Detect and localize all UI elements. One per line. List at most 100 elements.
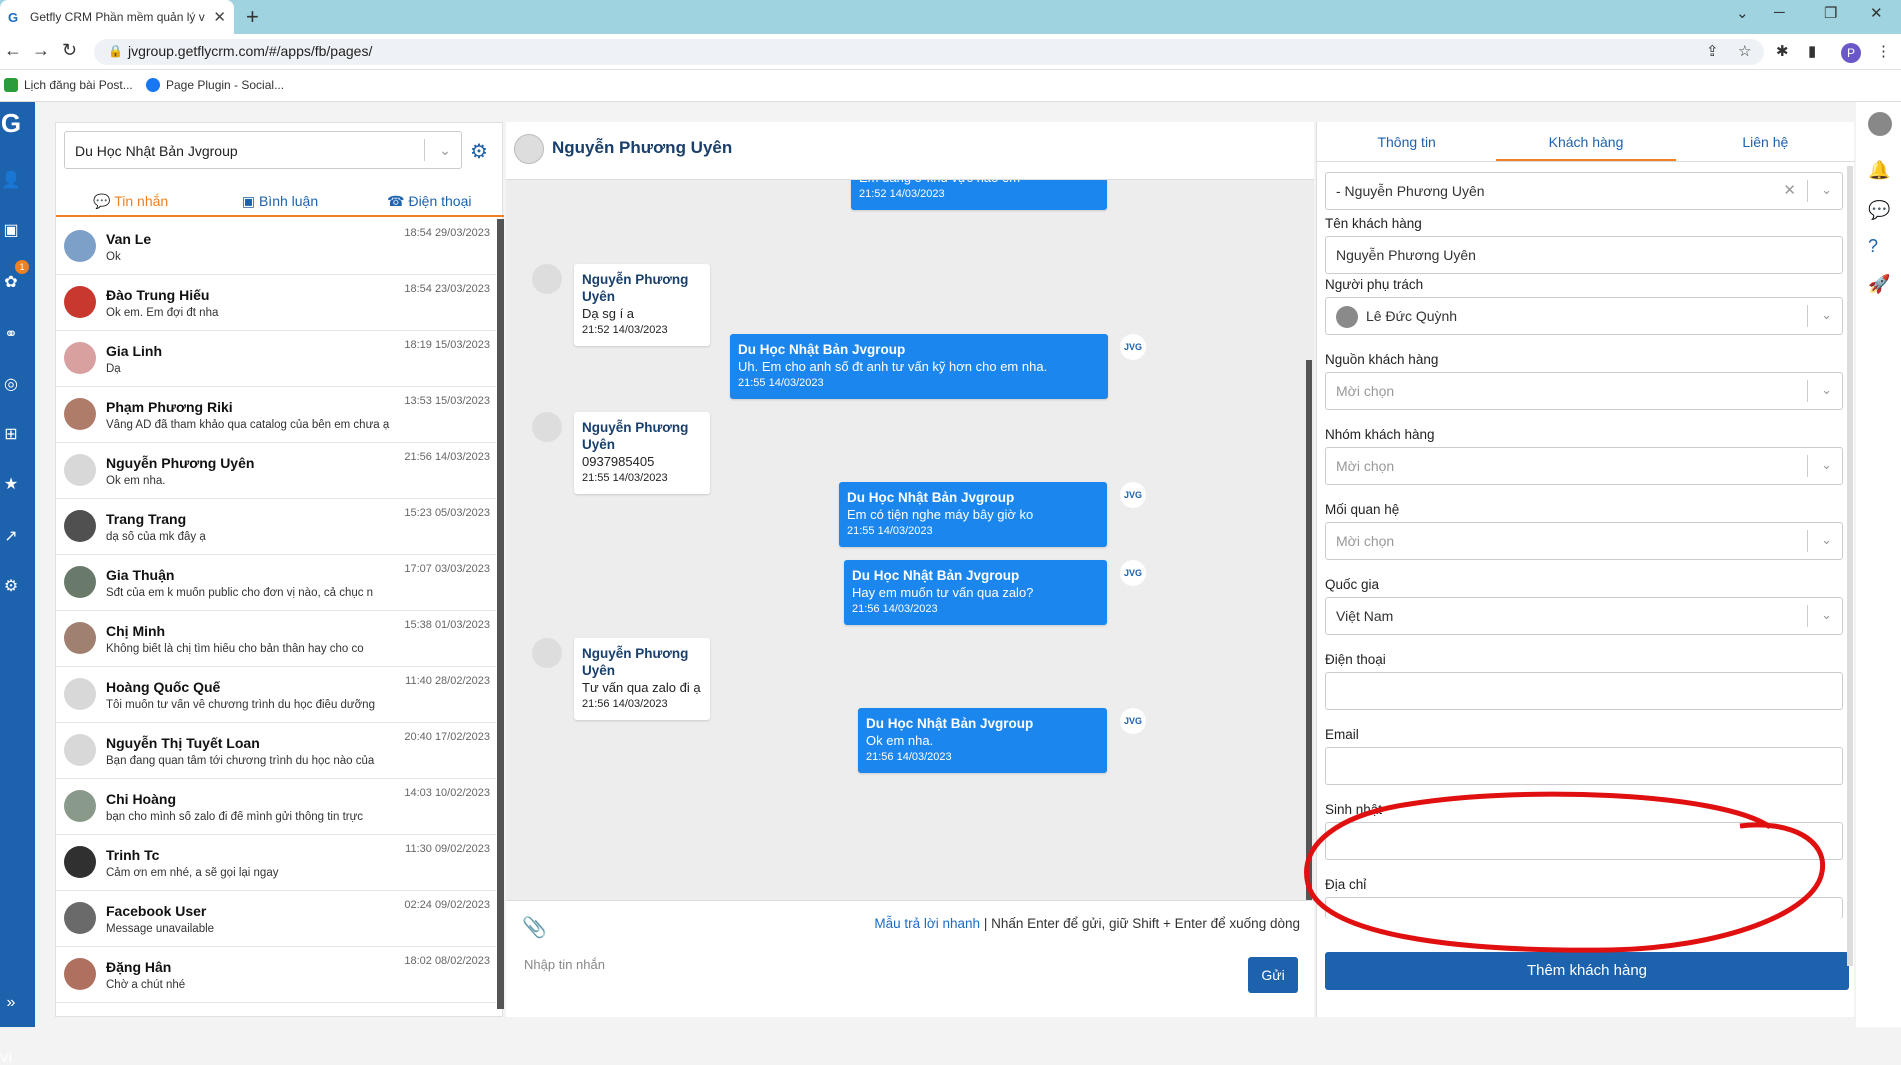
- expand-icon[interactable]: »: [0, 994, 22, 1012]
- help-icon[interactable]: ?: [1868, 236, 1878, 257]
- bell-icon[interactable]: 🔔: [1868, 160, 1890, 181]
- tab-comments[interactable]: ▣ Bình luận: [205, 187, 354, 215]
- star-icon[interactable]: ★: [0, 474, 22, 494]
- paperclip-icon[interactable]: 📎: [522, 915, 547, 940]
- chart-icon[interactable]: ↗: [0, 526, 22, 546]
- conversation-name: Nguyễn Phương Uyên: [106, 455, 255, 471]
- share-icon[interactable]: ⇪: [1706, 42, 1719, 60]
- gear-icon[interactable]: ⚙: [470, 139, 488, 164]
- email-field[interactable]: [1325, 747, 1843, 785]
- conversation-preview: Message unavailable: [106, 923, 215, 935]
- menu-icon[interactable]: ⋮: [1876, 42, 1891, 60]
- incoming-message: Nguyễn Phương Uyên 0937985405 21:55 14/03/…: [574, 412, 710, 494]
- bookmark-item[interactable]: Page Plugin - Social...: [146, 78, 284, 92]
- bookmark-item[interactable]: Lịch đăng bài Post...: [4, 78, 133, 92]
- customer-name-field[interactable]: Nguyễn Phương Uyên: [1325, 236, 1843, 274]
- tab-customer[interactable]: Khách hàng: [1496, 122, 1676, 161]
- conversation-item[interactable]: Trinh Tc Cảm ơn em nhé, a sẽ gọi lại nga…: [56, 835, 496, 891]
- conversation-item[interactable]: Gia Thuận Sđt của em k muốn public cho đ…: [56, 555, 496, 611]
- conversation-item[interactable]: Đặng Hân Chờ a chút nhé 18:02 08/02/2023: [56, 947, 496, 1003]
- conversation-name: Phạm Phương Riki: [106, 399, 233, 415]
- extensions-icon[interactable]: ✱: [1776, 42, 1789, 60]
- conversation-preview: dạ số của mk đây ạ: [106, 531, 206, 543]
- tab-info[interactable]: Thông tin: [1317, 122, 1496, 161]
- conversation-item[interactable]: Gia Linh Dạ 18:19 15/03/2023: [56, 331, 496, 387]
- tab-search-icon[interactable]: ⌄: [1736, 4, 1749, 22]
- reload-icon[interactable]: ↻: [62, 40, 77, 61]
- conversation-preview: Cảm ơn em nhé, a sẽ gọi lại ngay: [106, 867, 279, 879]
- sidepanel-icon[interactable]: ▮: [1808, 42, 1816, 60]
- forward-icon[interactable]: →: [32, 40, 50, 61]
- conversation-preview: Vâng AD đã tham khảo qua catalog của bên…: [106, 419, 390, 431]
- profile-avatar[interactable]: P: [1841, 43, 1861, 63]
- conversation-item[interactable]: Hoàng Quốc Quế Tôi muốn tư vấn về chương…: [56, 667, 496, 723]
- tab-label: Điện thoại: [408, 193, 472, 209]
- source-select[interactable]: Mời chọn ⌄: [1325, 372, 1843, 410]
- compose-area: 📎 Mẫu trả lời nhanh | Nhấn Enter để gửi,…: [506, 900, 1314, 1017]
- owner-select[interactable]: Lê Đức Quỳnh ⌄: [1325, 297, 1843, 335]
- conversation-item[interactable]: Nguyễn Phương Uyên Ok em nha. 21:56 14/0…: [56, 443, 496, 499]
- conversation-item[interactable]: Trang Trang dạ số của mk đây ạ 15:23 05/…: [56, 499, 496, 555]
- settings-icon[interactable]: ⚙: [0, 576, 22, 596]
- avatar: [1336, 306, 1358, 328]
- handshake-icon[interactable]: ⚭: [0, 324, 22, 344]
- conversation-time: 18:02 08/02/2023: [404, 955, 490, 967]
- language-switch[interactable]: VI: [0, 1050, 12, 1065]
- group-label: Nhóm khách hàng: [1325, 427, 1435, 442]
- customer-select[interactable]: - Nguyễn Phương Uyên ✕ ⌄: [1325, 172, 1843, 210]
- back-icon[interactable]: ←: [4, 40, 22, 61]
- add-customer-button[interactable]: Thêm khách hàng: [1325, 952, 1849, 990]
- browser-tab[interactable]: G Getfly CRM Phần mềm quản lý v ✕: [0, 0, 234, 34]
- jvg-logo-avatar: JVG: [1120, 560, 1146, 586]
- conversation-tabs: 💬 Tin nhắn ▣ Bình luận ☎ Điện thoại: [56, 187, 504, 217]
- country-label: Quốc gia: [1325, 577, 1380, 592]
- conversation-item[interactable]: Van Le Ok 18:54 29/03/2023: [56, 219, 496, 275]
- scrollbar[interactable]: [1847, 166, 1853, 966]
- chat-icon[interactable]: 💬: [1868, 200, 1890, 221]
- bookmark-star-icon[interactable]: ☆: [1738, 42, 1751, 60]
- chevron-down-icon: ⌄: [1821, 607, 1832, 622]
- clear-icon[interactable]: ✕: [1783, 181, 1796, 199]
- conversation-time: 02:24 09/02/2023: [404, 899, 490, 911]
- user-icon[interactable]: 👤: [0, 170, 22, 190]
- message-text: Em có tiện nghe máy bây giờ ko: [847, 507, 1034, 522]
- customers-icon[interactable]: ✿: [0, 272, 22, 292]
- tab-title: Getfly CRM Phần mềm quản lý v: [30, 10, 205, 24]
- close-window-button[interactable]: ✕: [1870, 4, 1883, 22]
- country-select[interactable]: Việt Nam ⌄: [1325, 597, 1843, 635]
- restore-button[interactable]: ❐: [1824, 4, 1837, 22]
- rocket-icon[interactable]: 🚀: [1868, 274, 1890, 295]
- address-bar: ← → ↻ 🔒 jvgroup.getflycrm.com/#/apps/fb/…: [0, 34, 1901, 70]
- conversation-item[interactable]: Chị Minh Không biết là chị tìm hiểu cho …: [56, 611, 496, 667]
- phone-field[interactable]: [1325, 672, 1843, 710]
- tab-close-icon[interactable]: ✕: [213, 8, 226, 26]
- group-select[interactable]: Mời chọn ⌄: [1325, 447, 1843, 485]
- avatar[interactable]: [1868, 112, 1892, 136]
- message-input[interactable]: Nhập tin nhắn: [520, 949, 1220, 1003]
- avatar: [64, 286, 96, 318]
- relation-select[interactable]: Mời chọn ⌄: [1325, 522, 1843, 560]
- divider: [424, 139, 425, 161]
- cart-icon[interactable]: ⊞: [0, 424, 22, 444]
- target-icon[interactable]: ◎: [0, 374, 22, 394]
- page-select[interactable]: Du Học Nhật Bản Jvgroup ⌄: [64, 131, 462, 169]
- briefcase-icon[interactable]: ▣: [0, 220, 22, 240]
- tab-contact[interactable]: Liên hệ: [1676, 122, 1855, 161]
- conversation-item[interactable]: Nguyễn Thị Tuyết Loan Bạn đang quan tâm …: [56, 723, 496, 779]
- new-tab-button[interactable]: +: [246, 4, 259, 30]
- conversation-item[interactable]: Facebook User Message unavailable 02:24 …: [56, 891, 496, 947]
- divider: [1807, 380, 1808, 402]
- tab-messages[interactable]: 💬 Tin nhắn: [56, 187, 205, 215]
- incoming-message: Nguyễn Phương Uyên Tư vấn qua zalo đi ạ 21…: [574, 638, 710, 720]
- conversation-item[interactable]: Chi Hoàng bạn cho mình số zalo đi để mìn…: [56, 779, 496, 835]
- url-field[interactable]: 🔒 jvgroup.getflycrm.com/#/apps/fb/pages/: [94, 39, 1764, 65]
- url-text: jvgroup.getflycrm.com/#/apps/fb/pages/: [128, 43, 373, 59]
- quick-reply-link[interactable]: Mẫu trả lời nhanh: [874, 916, 980, 931]
- tab-phone[interactable]: ☎ Điện thoại: [355, 187, 504, 215]
- send-button[interactable]: Gửi: [1248, 957, 1298, 993]
- scrollbar[interactable]: [497, 219, 504, 1009]
- conversation-item[interactable]: Phạm Phương Riki Vâng AD đã tham khảo qu…: [56, 387, 496, 443]
- message-time: 21:55 14/03/2023: [738, 377, 824, 389]
- minimize-button[interactable]: ─: [1774, 4, 1785, 21]
- conversation-item[interactable]: Đào Trung Hiếu Ok em. Em đợi đt nha 18:5…: [56, 275, 496, 331]
